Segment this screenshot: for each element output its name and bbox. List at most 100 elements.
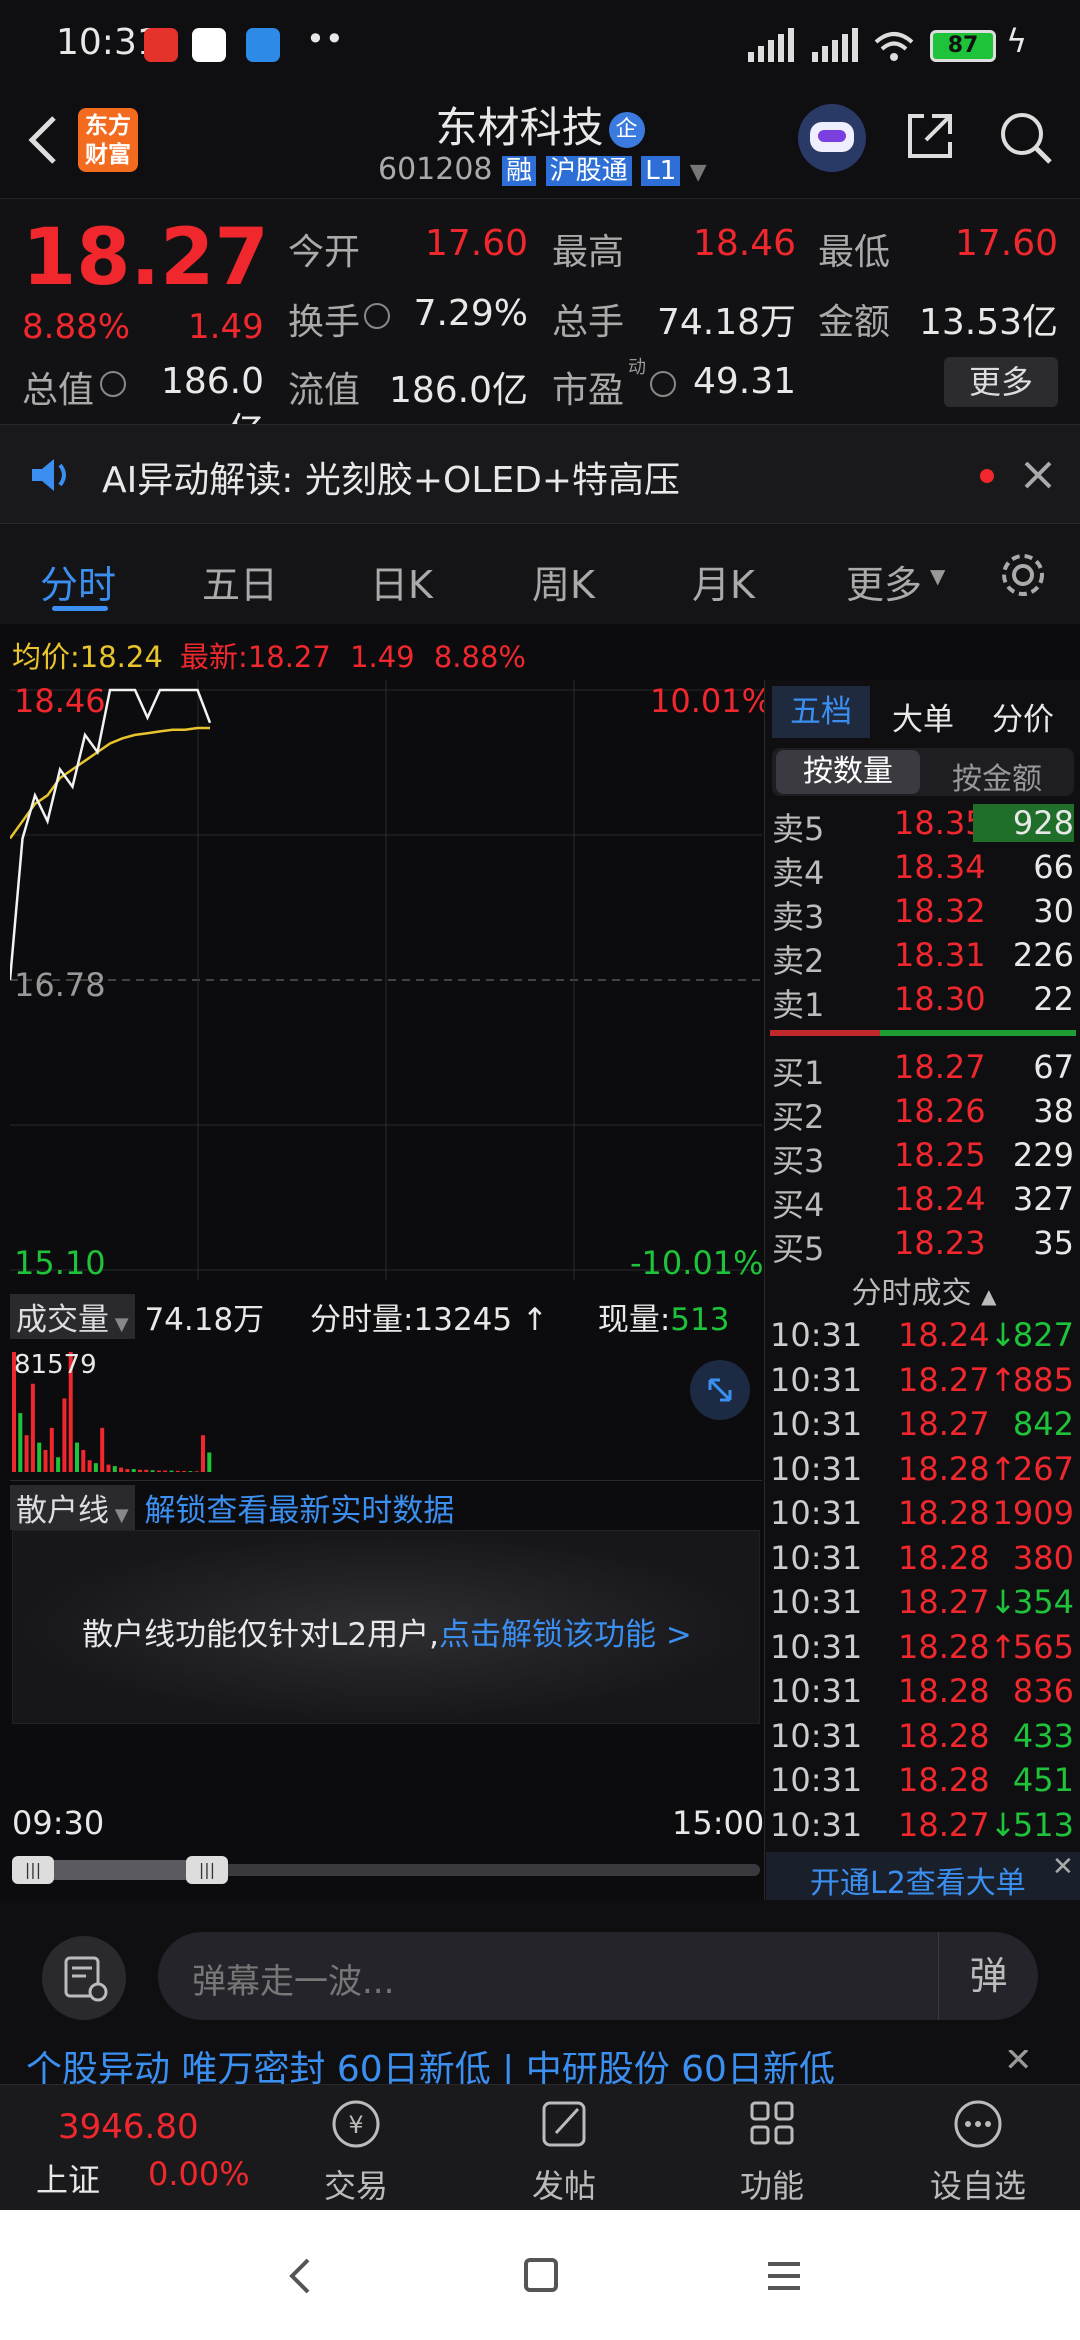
tab-price-dist[interactable]: 分价	[992, 694, 1054, 739]
stock-name: 东材科技	[435, 103, 604, 152]
amount-value: 13.53亿	[918, 302, 1058, 343]
volume-bar	[163, 1470, 168, 1472]
volume-bar	[106, 1464, 111, 1472]
tab-big-orders[interactable]: 大单	[892, 694, 954, 739]
expand-icon[interactable]	[690, 1360, 750, 1420]
info-icon[interactable]	[650, 371, 676, 397]
tick-row: 10:31 18.27 842	[770, 1405, 1074, 1443]
tab-month-k[interactable]: 月K	[692, 554, 755, 609]
sys-back-icon[interactable]	[282, 2254, 318, 2298]
tab-week-k[interactable]: 周K	[532, 554, 595, 609]
wifi-icon	[874, 32, 914, 61]
nav-watchlist[interactable]: 设自选	[908, 2095, 1048, 2207]
quote-panel: 18.27 8.88% 1.49 今开 17.60 最高 18.46 最低 17…	[0, 198, 1080, 452]
sys-home-icon[interactable]	[522, 2256, 560, 2296]
volume-value: 74.18万	[656, 302, 796, 343]
sys-menu-icon[interactable]	[764, 2258, 804, 2294]
l2-lock-panel[interactable]: 散户线功能仅针对L2用户,点击解锁该功能 >	[12, 1530, 760, 1724]
close-icon[interactable]: ✕	[1052, 1852, 1074, 1882]
tick-row: 10:31 18.28↑ 267	[770, 1449, 1074, 1488]
pe-sup: 动	[628, 357, 646, 378]
info-icon[interactable]	[100, 371, 126, 397]
tick-volume: 13245	[413, 1302, 513, 1338]
bid-row: 买1 18.27 67	[772, 1048, 1074, 1092]
change-pct: 8.88%	[22, 307, 131, 347]
volume-label: 总手	[552, 302, 625, 343]
robot-assistant-icon[interactable]	[798, 104, 866, 172]
tick-row: 10:31 18.27↓ 354	[770, 1583, 1074, 1621]
tab-day-k[interactable]: 日K	[370, 554, 433, 609]
battery-icon: 87	[930, 30, 996, 62]
volume-bar	[156, 1470, 161, 1472]
open-value: 17.60	[424, 223, 528, 264]
ai-banner[interactable]: AI异动解读: 光刻胶+OLED+特高压	[0, 424, 1080, 524]
unlock-link[interactable]: 解锁查看最新实时数据	[144, 1493, 454, 1529]
float-label: 流值	[288, 370, 361, 411]
dropdown-icon[interactable]: ▼	[690, 160, 707, 185]
y-axis-mid: 16.78	[14, 966, 106, 1004]
turnover-value: 7.29%	[413, 293, 528, 334]
tab-more[interactable]: 更多	[846, 554, 922, 609]
tick-row: 10:31 18.28 433	[770, 1716, 1074, 1755]
bid-row: 买4 18.24 327	[772, 1180, 1074, 1224]
danmu-placeholder: 弹幕走一波...	[192, 1962, 395, 2002]
volume-indicator-select[interactable]: 成交量 ▼	[10, 1294, 135, 1339]
nav-functions[interactable]: 功能	[702, 2095, 842, 2207]
tab-level5[interactable]: 五档	[772, 686, 870, 738]
retail-indicator-select[interactable]: 散户线 ▼	[10, 1485, 135, 1530]
nav-post[interactable]: 发帖	[494, 2095, 634, 2207]
ask-row: 卖3 18.32 30	[772, 892, 1074, 936]
stock-code-row: 601208 融 沪股通 L1 ▼	[378, 150, 707, 187]
chart-area: 均价:18.24 最新:18.27 1.49 8.88% 18.46 16.78…	[0, 624, 1080, 1901]
tick-row: 10:31 18.28 380	[770, 1538, 1074, 1577]
close-icon[interactable]	[1020, 457, 1056, 493]
volume-chart[interactable]	[10, 1344, 762, 1474]
settings-icon[interactable]	[998, 550, 1048, 600]
volume-bar	[207, 1452, 212, 1472]
stock-header: 东方 财富 东材科技 企 601208 融 沪股通 L1 ▼	[0, 90, 1080, 198]
more-button[interactable]: 更多	[944, 357, 1058, 407]
volume-bar	[62, 1398, 67, 1472]
index-name: 上证	[36, 2161, 101, 2199]
y-axis-top: 18.46	[14, 682, 106, 720]
range-handle-right[interactable]: |||	[186, 1856, 228, 1884]
signal-icon	[748, 28, 794, 62]
tab-intraday[interactable]: 分时	[40, 554, 116, 609]
tick-row: 10:31 18.27↑ 885	[770, 1360, 1074, 1399]
l2-banner[interactable]: 开通L2查看大单 ✕	[766, 1852, 1080, 1901]
danmu-bar: 弹幕走一波... 弹 个股异动 唯万密封 60日新低 | 中研股份 60日新低 …	[0, 1900, 1080, 2084]
search-icon[interactable]	[996, 108, 1054, 166]
subtab-by-amount[interactable]: 按金额	[952, 754, 1042, 798]
edit-icon	[542, 2101, 586, 2147]
index-widget[interactable]: 3946.80 上证 0.00%	[0, 2085, 250, 2211]
volume-bar	[18, 1413, 23, 1472]
volume-bar	[119, 1467, 124, 1472]
pe-value: 49.31	[692, 361, 796, 402]
level-tag[interactable]: L1	[641, 156, 681, 186]
news-ticker[interactable]: 个股异动 唯万密封 60日新低 | 中研股份 60日新低 ✕	[0, 2050, 1080, 2084]
subtab-by-volume[interactable]: 按数量	[776, 750, 920, 794]
l2-unlock-cta[interactable]: 点击解锁该功能 >	[439, 1617, 692, 1653]
nav-trade[interactable]: ¥ 交易	[286, 2095, 426, 2207]
tab-indicator	[52, 606, 108, 611]
l2-banner-text: 开通L2查看大单	[810, 1866, 1026, 1901]
close-icon[interactable]: ✕	[1004, 2050, 1033, 2080]
danmu-toggle-button[interactable]: 弹	[938, 1932, 1038, 2020]
hk-connect-tag: 沪股通	[545, 156, 632, 186]
news-ticker-text: 个股异动 唯万密封 60日新低 | 中研股份 60日新低	[26, 2050, 835, 2084]
share-icon[interactable]	[902, 108, 958, 164]
wallet-notif-icon	[246, 28, 280, 62]
range-handle-left[interactable]: |||	[12, 1856, 54, 1884]
info-icon[interactable]	[364, 303, 390, 329]
tick-row: 10:31 18.28↑ 565	[770, 1627, 1074, 1666]
notes-icon[interactable]	[42, 1936, 126, 2020]
time-start: 09:30	[12, 1804, 105, 1842]
pct-axis-bottom: -10.01%	[630, 1244, 764, 1282]
low-label: 最低	[818, 232, 891, 273]
volume-total: 74.18万	[144, 1302, 265, 1338]
volume-bar	[49, 1427, 54, 1472]
danmu-input[interactable]: 弹幕走一波... 弹	[158, 1932, 1038, 2020]
tick-row: 10:31 18.27↓ 513	[770, 1805, 1074, 1844]
tab-5day[interactable]: 五日	[202, 554, 278, 609]
volume-bar	[144, 1469, 149, 1472]
